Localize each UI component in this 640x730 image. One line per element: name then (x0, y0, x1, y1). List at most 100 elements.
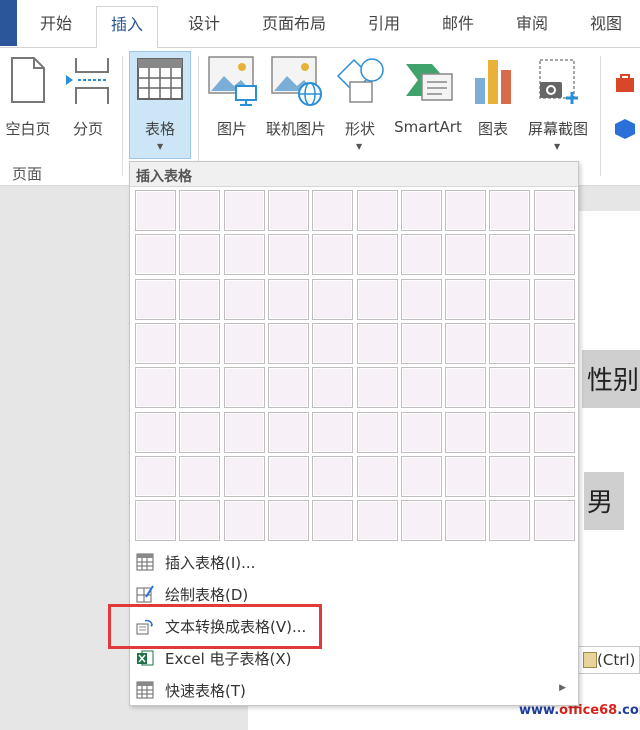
grid-cell[interactable] (179, 456, 220, 497)
store-icon[interactable] (614, 72, 636, 94)
grid-cell[interactable] (357, 279, 398, 320)
smartart-button[interactable]: SmartArt (390, 52, 466, 144)
grid-cell[interactable] (357, 456, 398, 497)
pictures-button[interactable]: 图片 (206, 52, 258, 144)
grid-cell[interactable] (489, 234, 530, 275)
grid-cell[interactable] (534, 279, 575, 320)
tab-review[interactable]: 审阅 (516, 10, 548, 34)
grid-cell[interactable] (357, 367, 398, 408)
grid-cell[interactable] (445, 500, 486, 541)
grid-cell[interactable] (534, 234, 575, 275)
tab-insert[interactable]: 插入 (96, 6, 159, 49)
grid-cell[interactable] (489, 190, 530, 231)
online-pictures-button[interactable]: 联机图片 (262, 52, 330, 144)
grid-cell[interactable] (179, 500, 220, 541)
grid-cell[interactable] (489, 279, 530, 320)
grid-cell[interactable] (445, 456, 486, 497)
grid-cell[interactable] (312, 190, 353, 231)
blank-page-button[interactable]: 空白页 (0, 52, 56, 144)
grid-cell[interactable] (135, 412, 176, 453)
screenshot-button[interactable]: 屏幕截图 ▼ (522, 52, 594, 160)
grid-cell[interactable] (489, 500, 530, 541)
grid-cell[interactable] (534, 367, 575, 408)
grid-cell[interactable] (312, 456, 353, 497)
grid-cell[interactable] (135, 234, 176, 275)
page-break-button[interactable]: 分页 (60, 52, 116, 144)
table-button[interactable]: 表格 ▼ (129, 51, 191, 159)
grid-cell[interactable] (224, 279, 265, 320)
grid-cell[interactable] (534, 500, 575, 541)
grid-cell[interactable] (401, 234, 442, 275)
menu-item-quick-tables[interactable]: 快速表格(T) ▶ (130, 675, 578, 705)
grid-cell[interactable] (534, 323, 575, 364)
shapes-button[interactable]: 形状 ▼ (334, 52, 386, 160)
grid-cell[interactable] (445, 412, 486, 453)
grid-cell[interactable] (312, 323, 353, 364)
grid-cell[interactable] (534, 456, 575, 497)
grid-cell[interactable] (179, 412, 220, 453)
grid-cell[interactable] (401, 456, 442, 497)
grid-cell[interactable] (268, 279, 309, 320)
table-cell-male[interactable]: 男 (584, 472, 624, 530)
paste-options-button[interactable]: (Ctrl) (578, 646, 640, 674)
grid-cell[interactable] (224, 456, 265, 497)
grid-cell[interactable] (224, 234, 265, 275)
grid-cell[interactable] (179, 190, 220, 231)
tab-mailings[interactable]: 邮件 (442, 10, 474, 34)
grid-cell[interactable] (445, 367, 486, 408)
grid-cell[interactable] (268, 412, 309, 453)
grid-cell[interactable] (268, 234, 309, 275)
grid-cell[interactable] (268, 190, 309, 231)
grid-cell[interactable] (489, 323, 530, 364)
grid-cell[interactable] (357, 323, 398, 364)
grid-cell[interactable] (179, 279, 220, 320)
grid-cell[interactable] (357, 234, 398, 275)
grid-cell[interactable] (179, 323, 220, 364)
grid-cell[interactable] (135, 323, 176, 364)
grid-cell[interactable] (312, 279, 353, 320)
chart-button[interactable]: 图表 (470, 52, 516, 144)
grid-cell[interactable] (445, 279, 486, 320)
grid-cell[interactable] (445, 234, 486, 275)
tab-home[interactable]: 开始 (40, 10, 72, 34)
grid-cell[interactable] (401, 500, 442, 541)
grid-cell[interactable] (357, 500, 398, 541)
grid-cell[interactable] (224, 190, 265, 231)
grid-cell[interactable] (445, 323, 486, 364)
grid-cell[interactable] (268, 323, 309, 364)
grid-cell[interactable] (401, 367, 442, 408)
grid-cell[interactable] (268, 367, 309, 408)
menu-item-insert-table[interactable]: 插入表格(I)... (130, 547, 578, 577)
grid-cell[interactable] (489, 412, 530, 453)
tab-references[interactable]: 引用 (368, 10, 400, 34)
grid-cell[interactable] (312, 500, 353, 541)
grid-cell[interactable] (224, 500, 265, 541)
grid-cell[interactable] (224, 367, 265, 408)
grid-cell[interactable] (312, 234, 353, 275)
grid-cell[interactable] (401, 190, 442, 231)
grid-cell[interactable] (135, 500, 176, 541)
grid-cell[interactable] (224, 323, 265, 364)
tab-page-layout[interactable]: 页面布局 (262, 10, 326, 34)
grid-cell[interactable] (534, 412, 575, 453)
grid-cell[interactable] (135, 456, 176, 497)
grid-cell[interactable] (224, 412, 265, 453)
grid-cell[interactable] (268, 456, 309, 497)
grid-cell[interactable] (357, 190, 398, 231)
grid-cell[interactable] (312, 367, 353, 408)
grid-cell[interactable] (401, 279, 442, 320)
grid-cell[interactable] (179, 367, 220, 408)
grid-cell[interactable] (135, 367, 176, 408)
grid-cell[interactable] (489, 456, 530, 497)
grid-cell[interactable] (489, 367, 530, 408)
grid-cell[interactable] (401, 323, 442, 364)
grid-cell[interactable] (268, 500, 309, 541)
grid-cell[interactable] (135, 279, 176, 320)
grid-cell[interactable] (135, 190, 176, 231)
grid-cell[interactable] (357, 412, 398, 453)
grid-cell[interactable] (312, 412, 353, 453)
tab-design[interactable]: 设计 (188, 10, 220, 34)
my-addins-icon[interactable] (614, 118, 636, 140)
grid-cell[interactable] (534, 190, 575, 231)
grid-cell[interactable] (445, 190, 486, 231)
